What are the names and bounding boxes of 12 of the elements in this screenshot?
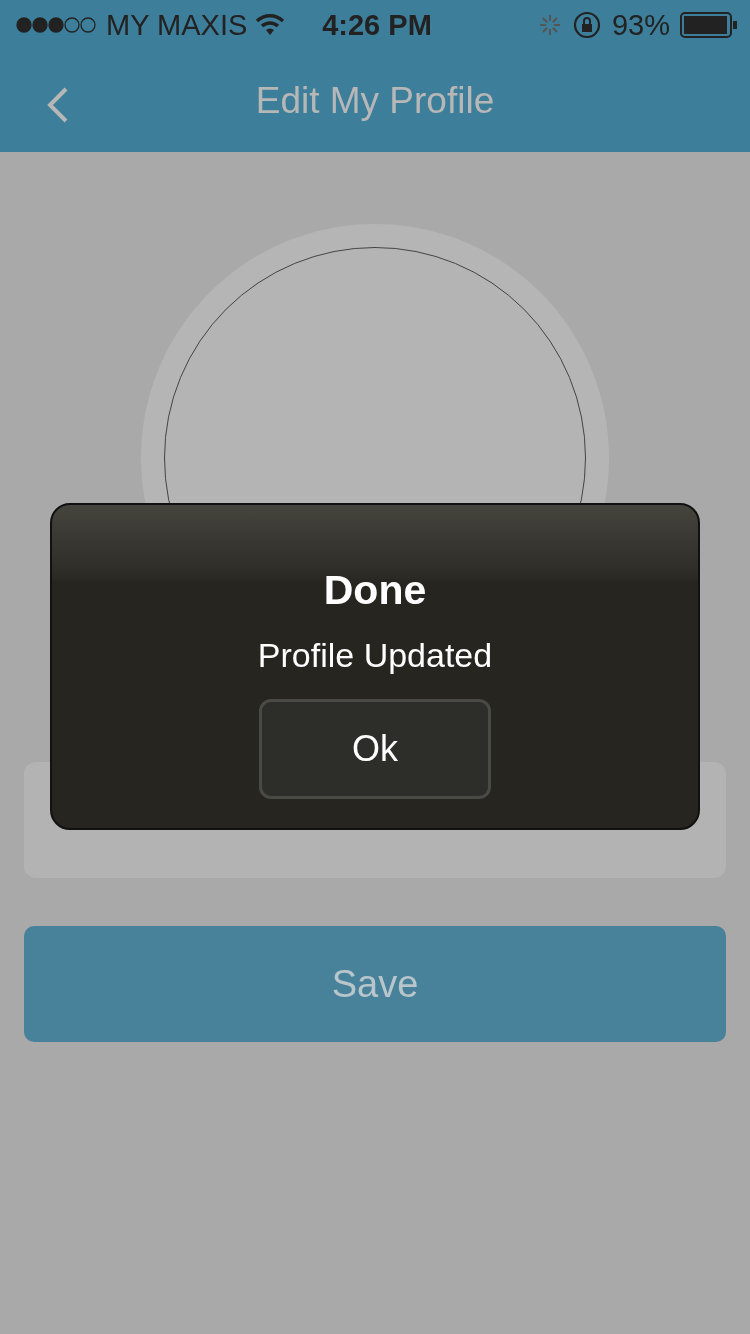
rotation-lock-icon [571, 10, 602, 40]
alert-title: Done [323, 566, 427, 615]
battery-percent: 93% [611, 8, 670, 42]
screen-title: Edit My Profile [255, 80, 495, 122]
clock: 4:26 PM [322, 8, 432, 42]
carrier-name: MY MAXIS [106, 8, 248, 42]
wifi-icon [255, 14, 286, 36]
ok-button[interactable]: Ok [259, 699, 491, 799]
alert-message: Profile Updated [257, 635, 493, 675]
battery-icon [680, 12, 738, 38]
signal-icon [16, 17, 98, 33]
activity-icon [537, 13, 562, 37]
